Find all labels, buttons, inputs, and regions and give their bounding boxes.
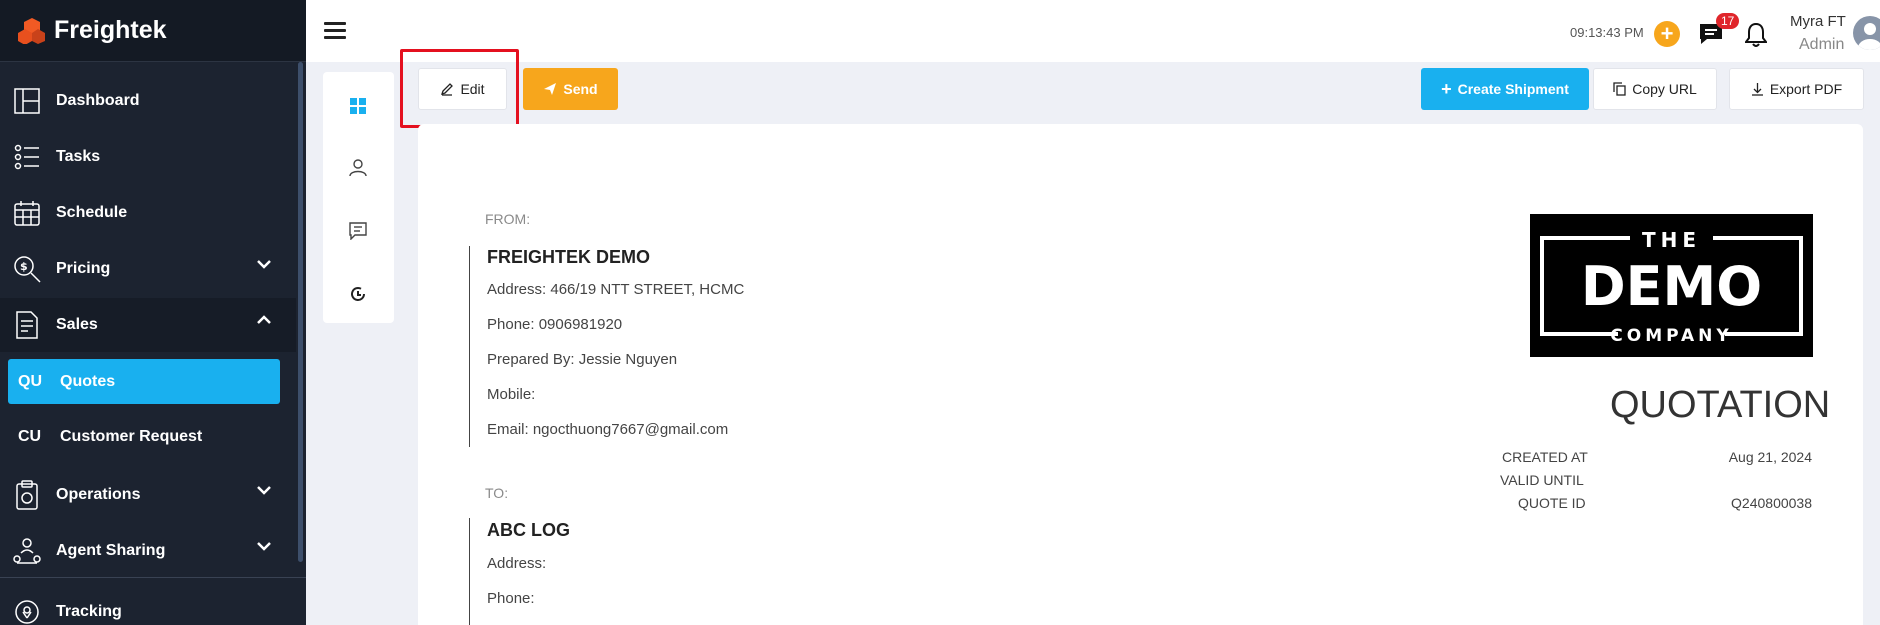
sidebar-item-dashboard[interactable]: Dashboard [0, 74, 296, 128]
sidebar-item-tasks[interactable]: Tasks [0, 130, 296, 184]
clock: 09:13:43 PM [1570, 25, 1644, 40]
sidebar-item-agent-sharing[interactable]: Agent Sharing [0, 524, 296, 578]
from-phone: Phone: 0906981920 [487, 316, 623, 333]
created-at-label: CREATED AT [1502, 449, 1588, 465]
send-label: Send [563, 81, 598, 97]
grid-view-icon[interactable] [350, 98, 366, 114]
paper-plane-icon [544, 83, 557, 95]
sidebar-item-schedule[interactable]: Schedule [0, 186, 296, 240]
sidebar-item-label: Pricing [56, 260, 111, 277]
send-button[interactable]: Send [523, 68, 618, 110]
logo-text-top: THE [1642, 228, 1701, 252]
sidebar-item-label: Agent Sharing [56, 542, 166, 559]
document-title: QUOTATION [1610, 384, 1831, 426]
location-pin-icon [12, 597, 42, 625]
svg-text:$: $ [20, 260, 28, 273]
sidebar-item-label: Customer Request [60, 428, 203, 445]
network-icon [12, 536, 42, 566]
menu-toggle-icon[interactable] [324, 22, 346, 40]
created-at-value: Aug 21, 2024 [1728, 449, 1812, 465]
sidebar-item-abbr: CU [18, 428, 42, 445]
user-name[interactable]: Myra FT [1790, 13, 1846, 30]
logo-text-bottom: COMPANY [1610, 326, 1732, 346]
sidebar-item-label: Sales [56, 316, 98, 333]
sidebar-divider [0, 577, 306, 578]
from-email: Email: ngocthuong7667@gmail.com [487, 421, 729, 438]
sidebar-item-label: Quotes [60, 372, 116, 390]
bell-icon[interactable] [1745, 22, 1767, 48]
chevron-down-icon [257, 542, 271, 551]
comment-icon[interactable] [349, 222, 367, 240]
company-logo: THE DEMO COMPANY [1530, 214, 1813, 357]
sidebar-item-label: Tasks [56, 148, 101, 165]
copy-icon [1613, 82, 1626, 96]
sidebar-item-abbr: QU [18, 372, 42, 390]
quote-document [418, 124, 1863, 625]
tasks-icon [12, 142, 42, 172]
quote-id-label: QUOTE ID [1518, 495, 1586, 511]
brand[interactable]: Freightek [0, 0, 306, 62]
to-phone: Phone: [487, 590, 535, 607]
from-address: Address: 466/19 NTT STREET, HCMC [487, 281, 745, 298]
chevron-up-icon [257, 315, 271, 324]
plus-icon: + [1441, 79, 1452, 99]
user-icon[interactable] [349, 159, 367, 177]
chat-count-badge: 17 [1716, 13, 1740, 29]
chevron-down-icon [257, 260, 271, 269]
from-prepared-by: Prepared By: Jessie Nguyen [487, 351, 678, 368]
from-mobile: Mobile: [487, 386, 536, 403]
to-company: ABC LOG [487, 520, 570, 540]
sidebar-item-label: Tracking [56, 603, 122, 620]
to-address: Address: [487, 555, 547, 572]
export-pdf-label: Export PDF [1769, 81, 1843, 97]
download-icon [1751, 83, 1763, 96]
copy-url-button[interactable]: Copy URL [1593, 68, 1717, 110]
from-border [469, 246, 470, 447]
sidebar-item-quotes[interactable]: QU Quotes [8, 359, 280, 404]
topbar [306, 0, 1880, 62]
calendar-icon [12, 198, 42, 228]
avatar[interactable] [1853, 16, 1880, 50]
sidebar-item-tracking[interactable]: Tracking [0, 585, 296, 625]
sidebar-item-customer-request[interactable]: CU Customer Request [0, 410, 296, 464]
sidebar-item-label: Dashboard [56, 92, 140, 109]
pricing-search-icon: $ [12, 254, 42, 284]
to-border [469, 518, 470, 625]
highlight-box [400, 49, 519, 128]
from-company: FREIGHTEK DEMO [487, 247, 651, 267]
create-shipment-label: Create Shipment [1457, 81, 1569, 97]
logo-text-main: DEMO [1581, 255, 1762, 318]
app-name: Freightek [54, 16, 167, 44]
copy-url-label: Copy URL [1632, 81, 1697, 97]
sidebar-item-label: Operations [56, 486, 141, 503]
valid-until-label: VALID UNTIL [1500, 472, 1584, 488]
dashboard-icon [12, 86, 42, 116]
chevron-down-icon [257, 486, 271, 495]
quick-add-button[interactable]: + [1654, 21, 1680, 47]
sidebar: Freightek Dashboard Tasks Schedule $ Pri… [0, 0, 306, 625]
view-rail [323, 72, 394, 323]
create-shipment-button[interactable]: + Create Shipment [1421, 68, 1589, 110]
user-role: Admin [1799, 36, 1845, 53]
clipboard-icon [12, 480, 42, 510]
to-label: TO: [485, 485, 509, 501]
sidebar-item-operations[interactable]: Operations [0, 468, 296, 522]
sidebar-scrollbar[interactable] [298, 62, 303, 562]
history-icon[interactable] [349, 285, 367, 303]
quote-id-value: Q240800038 [1731, 495, 1812, 511]
sidebar-item-pricing[interactable]: $ Pricing [0, 242, 296, 296]
sidebar-item-label: Schedule [56, 204, 128, 221]
export-pdf-button[interactable]: Export PDF [1729, 68, 1864, 110]
from-label: FROM: [485, 211, 531, 227]
sidebar-item-sales[interactable]: Sales [0, 298, 296, 352]
freightek-logo-icon [18, 17, 45, 44]
invoice-icon [12, 310, 42, 340]
